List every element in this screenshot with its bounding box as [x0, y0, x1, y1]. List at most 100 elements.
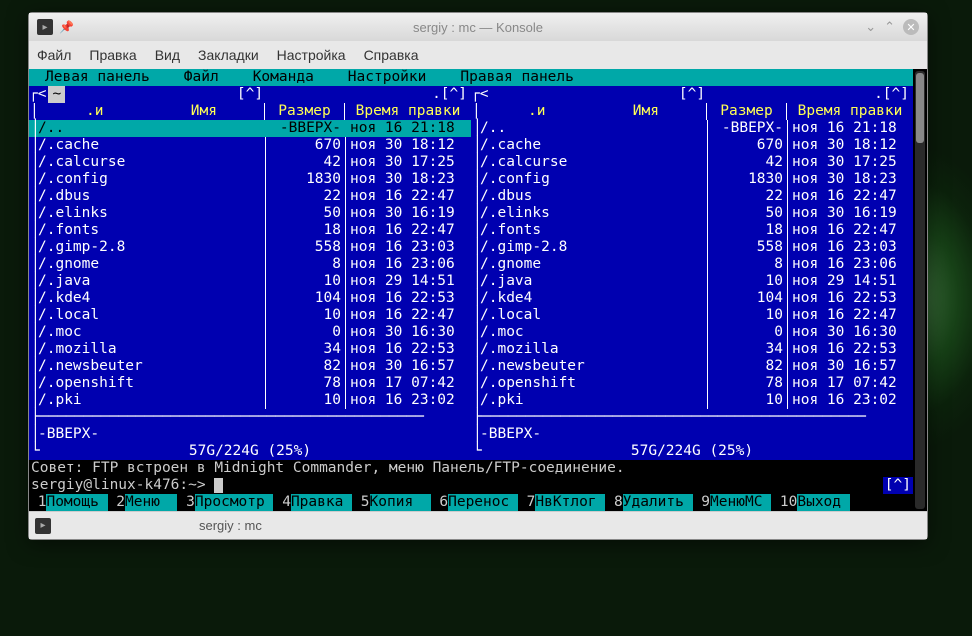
file-row[interactable]: │/.elinks50ноя 30 16:19 [29, 205, 471, 222]
file-row[interactable]: │/.newsbeuter82ноя 30 16:57 [471, 358, 913, 375]
file-size: 82 [265, 358, 345, 375]
file-row[interactable]: │/.gimp-2.8558ноя 16 23:03 [471, 239, 913, 256]
fkey-label[interactable]: Перенос [448, 494, 518, 511]
file-row[interactable]: │/.calcurse42ноя 30 17:25 [471, 154, 913, 171]
file-name: /.kde4 [38, 290, 265, 307]
file-size: 670 [265, 137, 345, 154]
fkey-label[interactable]: Копия [370, 494, 431, 511]
file-mtime: ноя 30 17:25 [787, 154, 913, 171]
panel-marker[interactable]: .[^] [432, 86, 467, 103]
fkey-label[interactable]: НвКтлог [535, 494, 605, 511]
file-mtime: ноя 16 22:53 [345, 341, 471, 358]
prompt-hat[interactable]: [^] [883, 477, 913, 494]
mc-menu-file[interactable]: Файл [182, 69, 221, 86]
menu-bookmarks[interactable]: Закладки [198, 47, 259, 63]
fkey-label[interactable]: Выход [797, 494, 849, 511]
window-titlebar[interactable]: ▸ 📌 sergiy : mc — Konsole ⌄ ⌃ ✕ [29, 13, 927, 41]
file-size: 10 [707, 273, 787, 290]
status-text: -ВВЕРХ- [480, 426, 913, 443]
maximize-icon[interactable]: ⌃ [884, 19, 895, 35]
menu-file[interactable]: Файл [37, 47, 71, 63]
left-panel[interactable]: ┌<~[^].[^]│.и ИмяРазмерВремя правки│/..-… [29, 86, 471, 460]
file-row[interactable]: │/.newsbeuter82ноя 30 16:57 [29, 358, 471, 375]
mc-menu-options[interactable]: Настройки [346, 69, 429, 86]
file-name: /.mozilla [480, 341, 707, 358]
file-name: /.cache [480, 137, 707, 154]
command-prompt[interactable]: sergiy@linux-k476:~> [^] [29, 477, 913, 494]
file-row[interactable]: │/..-ВВЕРХ-ноя 16 21:18 [29, 120, 471, 137]
file-mtime: ноя 16 22:47 [345, 222, 471, 239]
file-mtime: ноя 30 16:30 [787, 324, 913, 341]
file-row[interactable]: │/.dbus22ноя 16 22:47 [29, 188, 471, 205]
fkey-label[interactable]: Удалить [623, 494, 693, 511]
app-icon[interactable]: ▸ [37, 19, 53, 35]
path-chip[interactable]: ~ [48, 86, 65, 103]
file-row[interactable]: │/.openshift78ноя 17 07:42 [471, 375, 913, 392]
file-row[interactable]: │/.java10ноя 29 14:51 [29, 273, 471, 290]
tab-label[interactable]: sergiy : mc [199, 518, 262, 533]
file-row[interactable]: │/.local10ноя 16 22:47 [471, 307, 913, 324]
fkey-label[interactable]: Меню [125, 494, 177, 511]
panel-hat[interactable]: [^] [237, 86, 263, 102]
file-name: /.gimp-2.8 [480, 239, 707, 256]
file-row[interactable]: │/..-ВВЕРХ-ноя 16 21:18 [471, 120, 913, 137]
file-row[interactable]: │/.moc0ноя 30 16:30 [29, 324, 471, 341]
file-row[interactable]: │/.pki10ноя 16 23:02 [29, 392, 471, 409]
menu-help[interactable]: Справка [364, 47, 419, 63]
panel-hat[interactable]: [^] [679, 86, 705, 102]
scrollbar-thumb[interactable] [916, 73, 924, 143]
file-row[interactable]: │/.fonts18ноя 16 22:47 [471, 222, 913, 239]
file-mtime: ноя 29 14:51 [787, 273, 913, 290]
minimize-icon[interactable]: ⌄ [865, 19, 876, 35]
file-row[interactable]: │/.mozilla34ноя 16 22:53 [29, 341, 471, 358]
file-name: /.fonts [38, 222, 265, 239]
right-panel[interactable]: ┌<[^].[^]│.и ИмяРазмерВремя правки│/..-В… [471, 86, 913, 460]
window-tabbar: ▸ sergiy : mc [29, 511, 927, 539]
file-mtime: ноя 16 22:47 [787, 222, 913, 239]
panel-bottom-border: └ 57G/224G (25%) [471, 443, 913, 460]
file-row[interactable]: │/.config1830ноя 30 18:23 [471, 171, 913, 188]
file-row[interactable]: │/.config1830ноя 30 18:23 [29, 171, 471, 188]
fkey-label[interactable]: Помощь [46, 494, 107, 511]
file-row[interactable]: │/.gnome8ноя 16 23:06 [471, 256, 913, 273]
file-row[interactable]: │/.gimp-2.8558ноя 16 23:03 [29, 239, 471, 256]
mc-menu-left-panel[interactable]: Левая панель [43, 69, 152, 86]
file-row[interactable]: │/.kde4104ноя 16 22:53 [471, 290, 913, 307]
terminal-scrollbar[interactable] [915, 71, 925, 509]
file-row[interactable]: │/.cache670ноя 30 18:12 [29, 137, 471, 154]
pin-icon[interactable]: 📌 [59, 20, 74, 34]
file-row[interactable]: │/.java10ноя 29 14:51 [471, 273, 913, 290]
file-row[interactable]: │/.elinks50ноя 30 16:19 [471, 205, 913, 222]
file-mtime: ноя 17 07:42 [787, 375, 913, 392]
file-row[interactable]: │/.gnome8ноя 16 23:06 [29, 256, 471, 273]
file-row[interactable]: │/.kde4104ноя 16 22:53 [29, 290, 471, 307]
file-size: 34 [707, 341, 787, 358]
fkey-label[interactable]: МенюМС [710, 494, 771, 511]
terminal-area[interactable]: Левая панель Файл Команда Настройки Прав… [29, 69, 927, 511]
panel-marker[interactable]: .[^] [874, 86, 909, 103]
file-row[interactable]: │/.fonts18ноя 16 22:47 [29, 222, 471, 239]
file-name: /.java [480, 273, 707, 290]
file-name: /.pki [38, 392, 265, 409]
file-row[interactable]: │/.mozilla34ноя 16 22:53 [471, 341, 913, 358]
menu-view[interactable]: Вид [155, 47, 180, 63]
mc-menu-command[interactable]: Команда [251, 69, 316, 86]
fkey-label[interactable]: Правка [291, 494, 352, 511]
file-mtime: ноя 17 07:42 [345, 375, 471, 392]
file-row[interactable]: │/.openshift78ноя 17 07:42 [29, 375, 471, 392]
mc-menu-right-panel[interactable]: Правая панель [458, 69, 576, 86]
file-mtime: ноя 16 23:02 [345, 392, 471, 409]
menu-settings[interactable]: Настройка [277, 47, 346, 63]
fkey-label[interactable]: Просмотр [195, 494, 274, 511]
file-row[interactable]: │/.pki10ноя 16 23:02 [471, 392, 913, 409]
file-row[interactable]: │/.local10ноя 16 22:47 [29, 307, 471, 324]
file-row[interactable]: │/.moc0ноя 30 16:30 [471, 324, 913, 341]
tab-app-icon[interactable]: ▸ [35, 518, 51, 534]
file-name: /.fonts [480, 222, 707, 239]
file-row[interactable]: │/.calcurse42ноя 30 17:25 [29, 154, 471, 171]
menu-edit[interactable]: Правка [89, 47, 136, 63]
file-row[interactable]: │/.dbus22ноя 16 22:47 [471, 188, 913, 205]
file-size: 18 [265, 222, 345, 239]
file-row[interactable]: │/.cache670ноя 30 18:12 [471, 137, 913, 154]
close-icon[interactable]: ✕ [903, 19, 919, 35]
